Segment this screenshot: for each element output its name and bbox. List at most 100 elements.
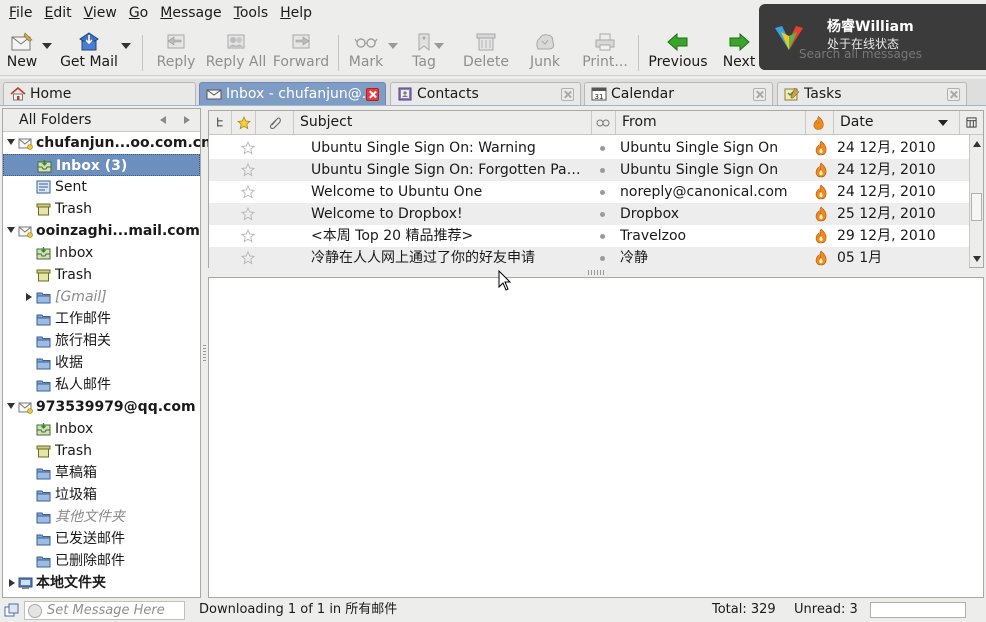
toolbar-separator (638, 35, 639, 71)
junk-status-column-header[interactable] (805, 111, 833, 135)
folder-item[interactable]: Trash (3, 198, 200, 220)
expand-open-icon[interactable] (7, 403, 15, 409)
folder-item[interactable]: 收据 (3, 352, 200, 374)
folder-item[interactable]: 草稿箱 (3, 462, 200, 484)
read-column-header[interactable] (591, 111, 615, 135)
folder-pane-splitter[interactable] (202, 345, 207, 361)
scrollbar-thumb[interactable] (971, 193, 982, 221)
scroll-down-icon[interactable] (973, 256, 981, 262)
thread-scrollbar[interactable] (969, 135, 983, 267)
read-status-dot[interactable] (600, 168, 605, 173)
subject-column-header[interactable]: Subject (293, 111, 591, 135)
folder-item[interactable]: 已发送邮件 (3, 528, 200, 550)
date-column-header[interactable]: Date (833, 111, 959, 135)
next-view-icon[interactable] (184, 116, 190, 124)
folder-item[interactable]: Sent (3, 176, 200, 198)
read-status-dot[interactable] (600, 234, 605, 239)
folder-item[interactable]: 垃圾箱 (3, 484, 200, 506)
tab-inbox[interactable]: Inbox - chufanjun@... (199, 82, 386, 105)
tab-home[interactable]: Home (3, 82, 196, 105)
menu-view[interactable]: View (78, 0, 123, 27)
new-button[interactable]: New (4, 29, 40, 73)
from-column-header[interactable]: From (615, 111, 805, 135)
star-toggle-icon[interactable] (241, 251, 255, 265)
star-toggle-icon[interactable] (241, 141, 255, 155)
close-tab-icon[interactable] (561, 88, 574, 101)
message-row[interactable]: <本周 Top 20 精品推荐> Travelzoo 29 12月, 2010 (209, 225, 969, 247)
expand-closed-icon[interactable] (9, 579, 15, 587)
folder-item[interactable]: 私人邮件 (3, 374, 200, 396)
message-row[interactable]: Welcome to Dropbox! Dropbox 25 12月, 2010 (209, 203, 969, 225)
mark-button[interactable]: Mark (346, 29, 386, 73)
prev-view-icon[interactable] (160, 116, 166, 124)
clear-icon[interactable] (28, 604, 42, 618)
delete-button[interactable]: Delete (459, 29, 513, 73)
tab-tasks[interactable]: Tasks (777, 82, 967, 105)
tag-dropdown[interactable] (432, 29, 446, 73)
menu-help[interactable]: Help (274, 0, 318, 27)
folder-item[interactable]: 旅行相关 (3, 330, 200, 352)
menu-tools[interactable]: Tools (228, 0, 275, 27)
close-tab-icon[interactable] (947, 88, 960, 101)
folder-item[interactable]: Trash (3, 440, 200, 462)
thread-column-header[interactable] (209, 111, 231, 135)
folder-item[interactable]: Inbox (3) (3, 154, 200, 176)
expand-open-icon[interactable] (7, 139, 15, 145)
star-toggle-icon[interactable] (241, 207, 255, 221)
menu-mnemonic: E (44, 5, 54, 21)
message-row[interactable]: Welcome to Ubuntu One noreply@canonical.c… (209, 181, 969, 203)
account-row[interactable]: ooinzaghi...mail.com (3, 220, 200, 242)
read-status-dot[interactable] (600, 256, 605, 261)
status-message-input[interactable]: Set Message Here (24, 601, 185, 620)
account-row[interactable]: 973539979@qq.com (3, 396, 200, 418)
message-row[interactable]: Ubuntu Single Sign On: Forgotten Passw..… (209, 159, 969, 181)
tab-contacts[interactable]: Contacts (390, 82, 581, 105)
new-dropdown[interactable] (40, 29, 54, 73)
reply-all-button[interactable]: Reply All (204, 29, 268, 73)
star-toggle-icon[interactable] (241, 229, 255, 243)
message-pane-splitter[interactable] (588, 270, 606, 275)
folder-item[interactable]: [Gmail] (3, 286, 200, 308)
account-row[interactable]: chufanjun...oo.com.cn (3, 132, 211, 154)
folder-item[interactable]: Trash (3, 264, 200, 286)
previous-button[interactable]: Previous (648, 29, 708, 73)
menu-message[interactable]: Message (154, 0, 227, 27)
tab-calendar[interactable]: 31 Calendar (584, 82, 773, 105)
local-folders-account[interactable]: 本地文件夹 (3, 572, 200, 594)
get-mail-dropdown[interactable] (119, 29, 133, 73)
scroll-up-icon[interactable] (973, 141, 981, 147)
folder-item[interactable]: 工作邮件 (3, 308, 200, 330)
menu-edit[interactable]: Edit (38, 0, 77, 27)
folder-item[interactable]: 其他文件夹 (3, 506, 200, 528)
folder-pane-header[interactable]: All Folders (3, 109, 200, 132)
star-toggle-icon[interactable] (241, 185, 255, 199)
online-status-icon[interactable] (4, 603, 19, 617)
presence-notification[interactable]: Search all messages 杨睿William 处于在线状态 (759, 4, 986, 70)
star-column-header[interactable] (231, 111, 255, 135)
menu-file[interactable]: File (3, 0, 38, 27)
read-status-dot[interactable] (600, 146, 605, 151)
menu-go[interactable]: Go (123, 0, 154, 27)
message-row[interactable]: 冷静在人人网上通过了你的好友申请 冷静 05 1月 (209, 247, 969, 269)
expand-open-icon[interactable] (7, 227, 15, 233)
mark-dropdown[interactable] (386, 29, 400, 73)
star-toggle-icon[interactable] (241, 163, 255, 177)
folder-item[interactable]: Inbox (3, 242, 200, 264)
folder-item[interactable]: 已删除邮件 (3, 550, 200, 572)
read-status-dot[interactable] (600, 212, 605, 217)
folder-item[interactable]: Inbox (3, 418, 200, 440)
close-tab-icon[interactable] (366, 88, 379, 101)
message-row[interactable]: Ubuntu Single Sign On: Warning Ubuntu Sin… (209, 137, 969, 159)
forward-button[interactable]: Forward (272, 29, 330, 73)
column-picker[interactable] (959, 111, 983, 135)
next-button[interactable]: Next (720, 29, 758, 73)
attachment-column-header[interactable] (255, 111, 293, 135)
local-folders-icon (18, 577, 33, 589)
junk-button[interactable]: Junk (524, 29, 566, 73)
close-tab-icon[interactable] (753, 88, 766, 101)
expand-closed-icon[interactable] (26, 293, 32, 301)
get-mail-button[interactable]: Get Mail (59, 29, 119, 73)
reply-button[interactable]: Reply (152, 29, 200, 73)
read-status-dot[interactable] (600, 190, 605, 195)
print-button[interactable]: Print... (580, 29, 630, 73)
